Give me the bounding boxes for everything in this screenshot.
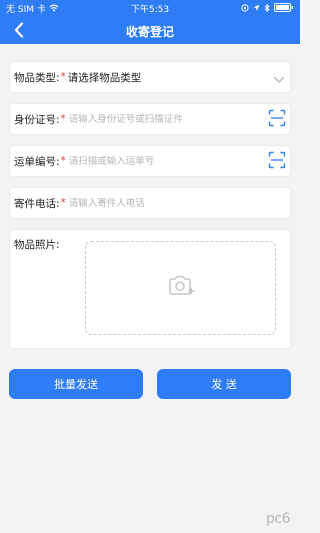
- chevron-down-icon: [273, 69, 285, 88]
- sender-phone-input[interactable]: [68, 197, 290, 209]
- required-marker: *: [60, 113, 66, 125]
- item-type-label: 物品类型:: [14, 71, 60, 84]
- batch-send-button[interactable]: 批量发送: [9, 369, 143, 399]
- camera-add-icon: [167, 274, 195, 302]
- sender-phone-field: 寄件电话: *: [9, 187, 291, 219]
- photo-upload-button[interactable]: [85, 241, 276, 335]
- waybill-number-input[interactable]: [68, 155, 290, 167]
- page-title: 收寄登记: [125, 25, 174, 39]
- item-photo-field: 物品照片:: [9, 229, 291, 349]
- status-bar: 无 SIM 卡 下午5:53: [0, 0, 300, 20]
- watermark-logo: pc6: [266, 511, 291, 527]
- location-icon: [253, 0, 260, 20]
- bluetooth-icon: [264, 0, 270, 20]
- battery-icon: [274, 0, 294, 20]
- scan-icon: [268, 151, 286, 173]
- send-button[interactable]: 发 送: [157, 369, 291, 399]
- waybill-number-field: 运单编号: *: [9, 145, 291, 177]
- required-marker: *: [60, 71, 66, 83]
- id-number-field: 身份证号: *: [9, 103, 291, 135]
- item-photo-label: 物品照片:: [14, 239, 60, 251]
- status-right: [241, 0, 294, 20]
- required-marker: *: [60, 155, 66, 167]
- item-type-dropdown-toggle[interactable]: [272, 71, 286, 85]
- id-number-label: 身份证号:: [14, 113, 60, 126]
- id-number-input[interactable]: [68, 113, 290, 125]
- screen-rotation-lock-icon: [241, 0, 249, 20]
- scan-waybill-button[interactable]: [268, 151, 286, 173]
- navigation-bar: 收寄登记: [0, 20, 300, 44]
- sender-phone-label: 寄件电话:: [14, 197, 60, 210]
- scan-icon: [268, 109, 286, 131]
- required-marker: *: [60, 197, 66, 209]
- scan-id-button[interactable]: [268, 109, 286, 131]
- item-type-field[interactable]: 物品类型: * 请选择物品类型: [9, 61, 291, 93]
- item-type-select-value[interactable]: 请选择物品类型: [68, 70, 142, 85]
- waybill-number-label: 运单编号:: [14, 155, 60, 168]
- action-row: 批量发送 发 送: [9, 369, 291, 399]
